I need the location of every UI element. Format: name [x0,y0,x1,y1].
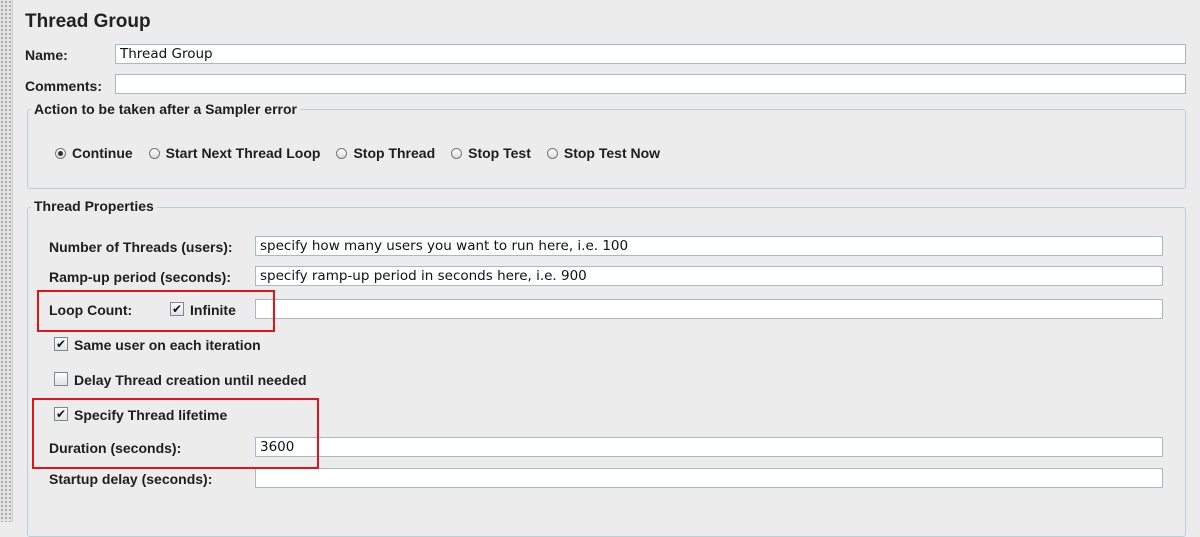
sampler-error-radio-group: Continue Start Next Thread Loop Stop Thr… [55,145,676,161]
comments-input[interactable] [115,74,1186,94]
radio-stop-test[interactable]: Stop Test [451,145,531,161]
ramp-up-input[interactable]: specify ramp-up period in seconds here, … [255,266,1163,286]
thread-properties-legend: Thread Properties [31,198,157,214]
loop-count-label: Loop Count: [49,302,133,318]
radio-unselected-icon [546,147,558,159]
radio-stop-test-now[interactable]: Stop Test Now [546,145,661,161]
radio-selected-icon [55,147,66,159]
splitter-grip[interactable] [0,0,13,522]
radio-stop-thread[interactable]: Stop Thread [336,145,435,161]
radio-unselected-icon [148,147,160,159]
infinite-label: Infinite [190,302,236,318]
radio-stop-test-now-label: Stop Test Now [563,145,661,161]
same-user-label: Same user on each iteration [74,337,261,353]
comments-label: Comments: [25,78,103,94]
delay-creation-label: Delay Thread creation until needed [74,372,307,388]
radio-continue[interactable]: Continue [55,145,133,161]
radio-continue-label: Continue [72,145,133,161]
delay-creation-checkbox[interactable] [54,372,68,386]
radio-start-next-thread-loop[interactable]: Start Next Thread Loop [148,145,321,161]
radio-unselected-icon [336,147,348,159]
specify-lifetime-label: Specify Thread lifetime [74,407,228,423]
specify-lifetime-checkbox[interactable]: ✔ [54,407,68,421]
name-input[interactable]: Thread Group [115,44,1186,64]
duration-input[interactable]: 3600 [255,437,1163,457]
radio-unselected-icon [451,147,463,159]
radio-stop-test-label: Stop Test [468,145,531,161]
panel-title: Thread Group [25,11,151,32]
radio-start-next-thread-loop-label: Start Next Thread Loop [165,145,321,161]
radio-stop-thread-label: Stop Thread [353,145,436,161]
check-icon: ✔ [55,337,67,351]
startup-delay-input[interactable] [255,468,1163,488]
check-icon: ✔ [55,407,67,421]
ramp-up-label: Ramp-up period (seconds): [49,269,232,285]
same-user-checkbox[interactable]: ✔ [54,337,68,351]
loop-count-input[interactable] [255,299,1163,319]
infinite-checkbox[interactable]: ✔ [170,302,184,316]
sampler-error-legend: Action to be taken after a Sampler error [31,101,300,117]
name-label: Name: [25,47,68,63]
num-threads-label: Number of Threads (users): [49,239,233,255]
duration-label: Duration (seconds): [49,440,182,456]
num-threads-input[interactable]: specify how many users you want to run h… [255,236,1163,256]
check-icon: ✔ [171,302,183,316]
startup-delay-label: Startup delay (seconds): [49,471,213,487]
